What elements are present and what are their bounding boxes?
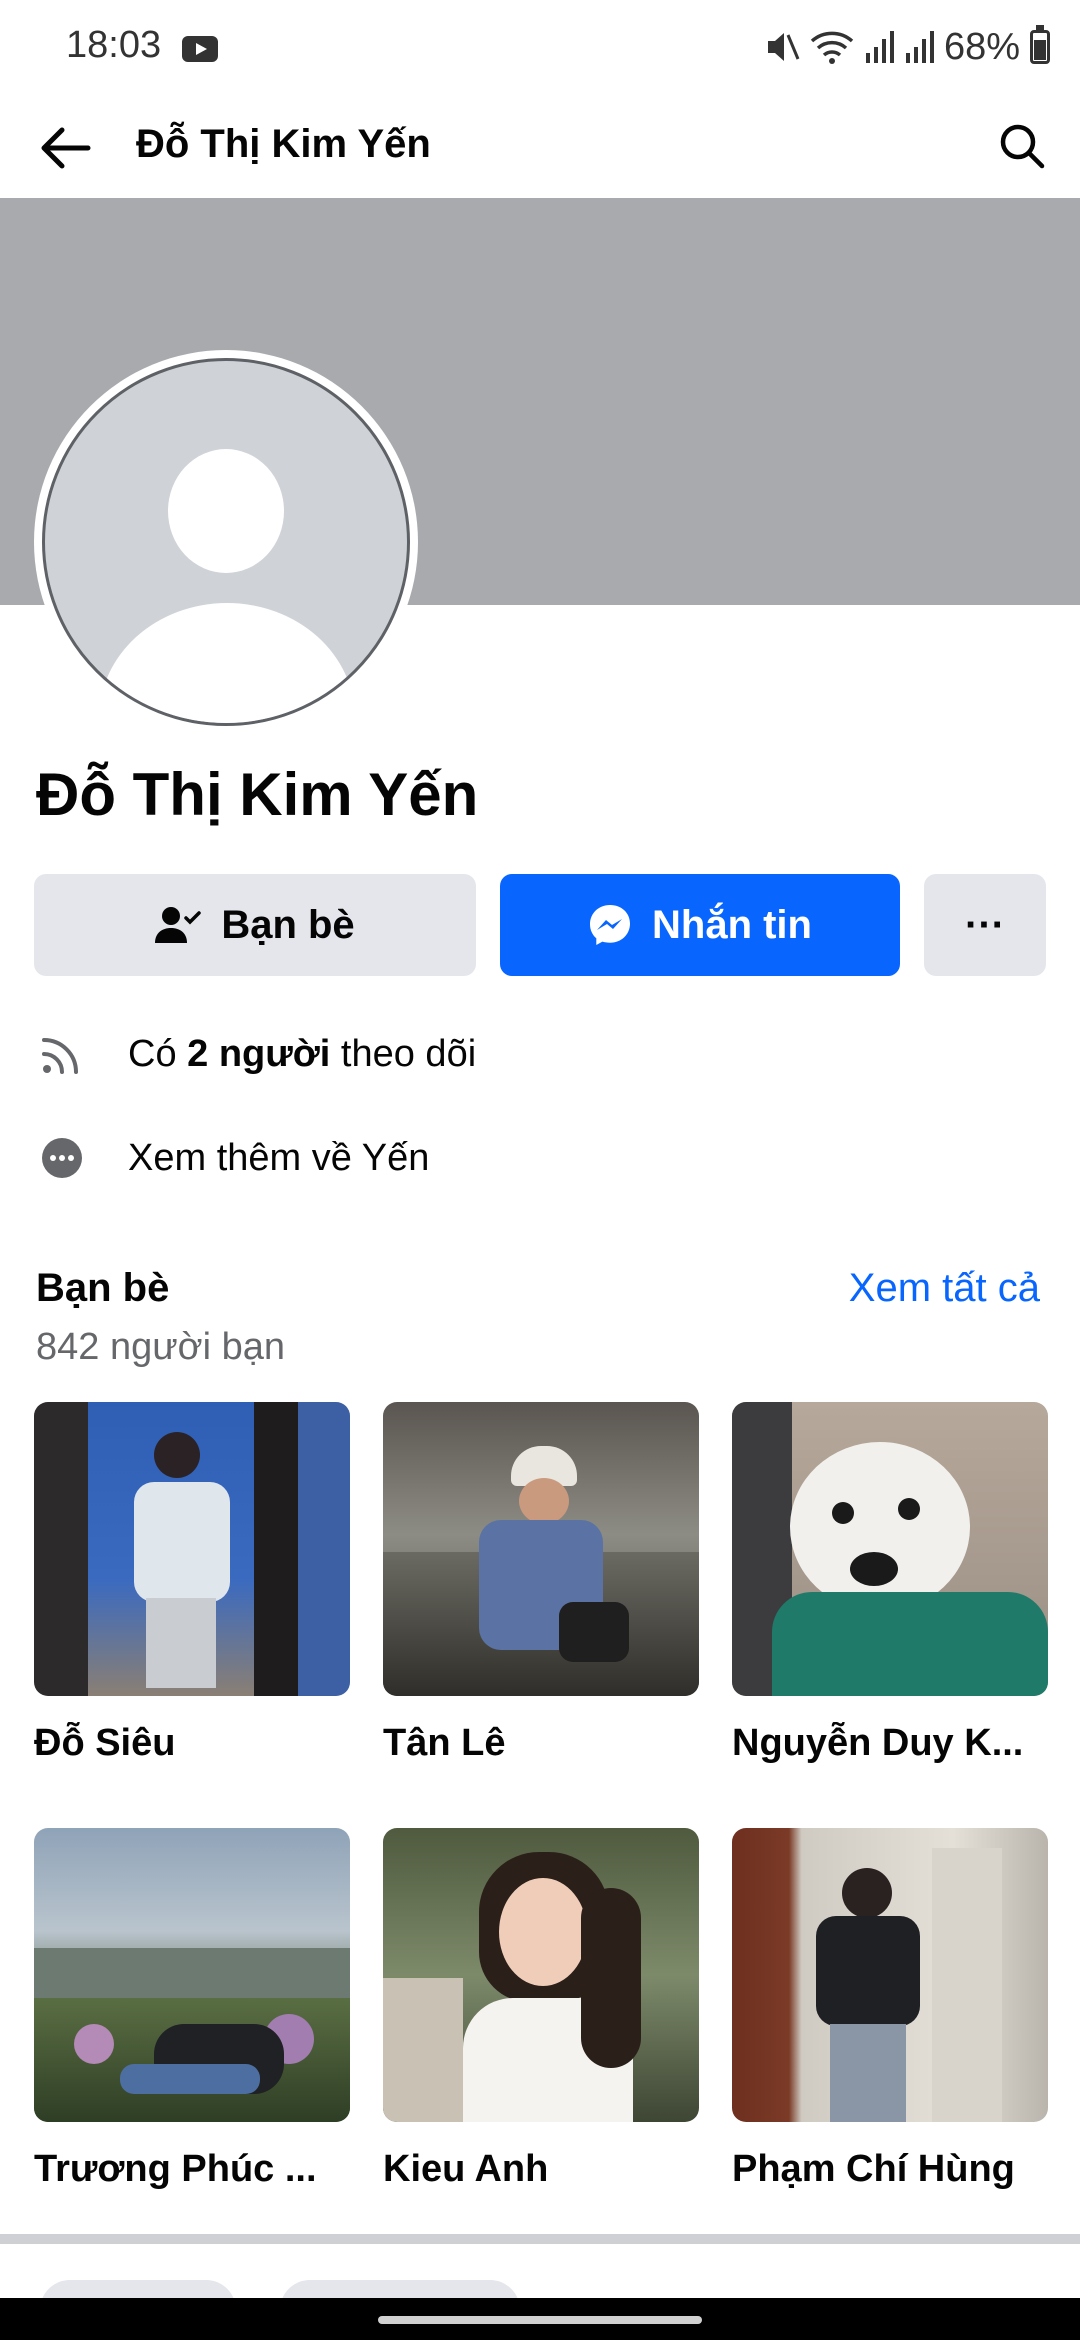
status-time: 18:03 — [66, 24, 162, 66]
section-divider — [0, 2234, 1080, 2244]
friend-card[interactable]: Đỗ Siêu — [34, 1402, 350, 1765]
status-bar: 18:03 68% — [0, 0, 1080, 96]
followers-row[interactable]: Có 2 người theo dõi — [36, 1014, 1036, 1094]
status-icons: 68% — [764, 22, 1050, 72]
messenger-icon — [590, 905, 630, 945]
see-more-about-text: Xem thêm về Yến — [128, 1136, 430, 1179]
avatar-head-shape — [168, 449, 284, 573]
see-all-friends-link[interactable]: Xem tất cả — [849, 1266, 1040, 1311]
youtube-icon — [182, 36, 218, 62]
top-app-bar: Đỗ Thị Kim Yến — [0, 96, 1080, 198]
ellipsis-circle-icon — [42, 1138, 82, 1178]
friend-card[interactable]: Phạm Chí Hùng — [732, 1828, 1048, 2191]
friend-name: Kieu Anh — [383, 2148, 549, 2190]
friend-photo — [34, 1828, 350, 2122]
battery-level: 68% — [943, 25, 1020, 68]
friend-photo — [34, 1402, 350, 1696]
message-button[interactable]: Nhắn tin — [500, 874, 900, 976]
friend-card[interactable]: Tân Lê — [383, 1402, 699, 1765]
friend-name: Tân Lê — [383, 1722, 506, 1764]
wifi-icon — [810, 31, 854, 64]
friend-card[interactable]: Trương Phúc ... — [34, 1828, 350, 2191]
search-icon — [1000, 124, 1045, 169]
friends-button[interactable]: Bạn bè — [34, 874, 476, 976]
avatar-placeholder — [42, 358, 410, 726]
signal-icon — [905, 31, 934, 63]
friend-name: Phạm Chí Hùng — [732, 2148, 1015, 2190]
mute-icon — [767, 33, 800, 61]
friend-card[interactable]: Nguyễn Duy K... — [732, 1402, 1048, 1765]
friend-name: Trương Phúc ... — [34, 2148, 317, 2190]
profile-name: Đỗ Thị Kim Yến — [36, 761, 479, 828]
friend-name: Nguyễn Duy K... — [732, 1722, 1024, 1764]
friends-section-title: Bạn bè — [36, 1266, 170, 1310]
see-more-about-row[interactable]: Xem thêm về Yến — [36, 1118, 1036, 1198]
more-options-button[interactable]: ··· — [924, 874, 1046, 976]
signal-icon — [865, 31, 894, 63]
followers-text: Có 2 người theo dõi — [128, 1033, 476, 1076]
more-icon: ··· — [965, 902, 1005, 947]
friends-count: 842 người bạn — [36, 1326, 285, 1368]
message-button-label: Nhắn tin — [652, 902, 812, 947]
header-title: Đỗ Thị Kim Yến — [136, 122, 431, 166]
back-button[interactable] — [30, 112, 102, 184]
friend-photo — [732, 1402, 1048, 1696]
friend-card[interactable]: Kieu Anh — [383, 1828, 699, 2191]
search-button[interactable] — [986, 110, 1058, 182]
profile-avatar[interactable] — [34, 350, 418, 734]
followers-count: 2 người — [187, 1032, 331, 1075]
friends-button-label: Bạn bè — [221, 902, 355, 947]
friend-photo — [383, 1402, 699, 1696]
back-arrow-icon — [41, 127, 91, 169]
friend-check-icon — [155, 907, 202, 943]
battery-icon — [1030, 25, 1050, 64]
home-gesture-handle[interactable] — [378, 2316, 702, 2324]
followers-prefix: Có — [128, 1032, 188, 1075]
friend-photo — [383, 1828, 699, 2122]
avatar-body-shape — [99, 603, 355, 723]
friend-name: Đỗ Siêu — [34, 1722, 176, 1764]
followers-suffix: theo dõi — [330, 1032, 477, 1075]
rss-icon — [42, 1038, 78, 1074]
friend-photo — [732, 1828, 1048, 2122]
